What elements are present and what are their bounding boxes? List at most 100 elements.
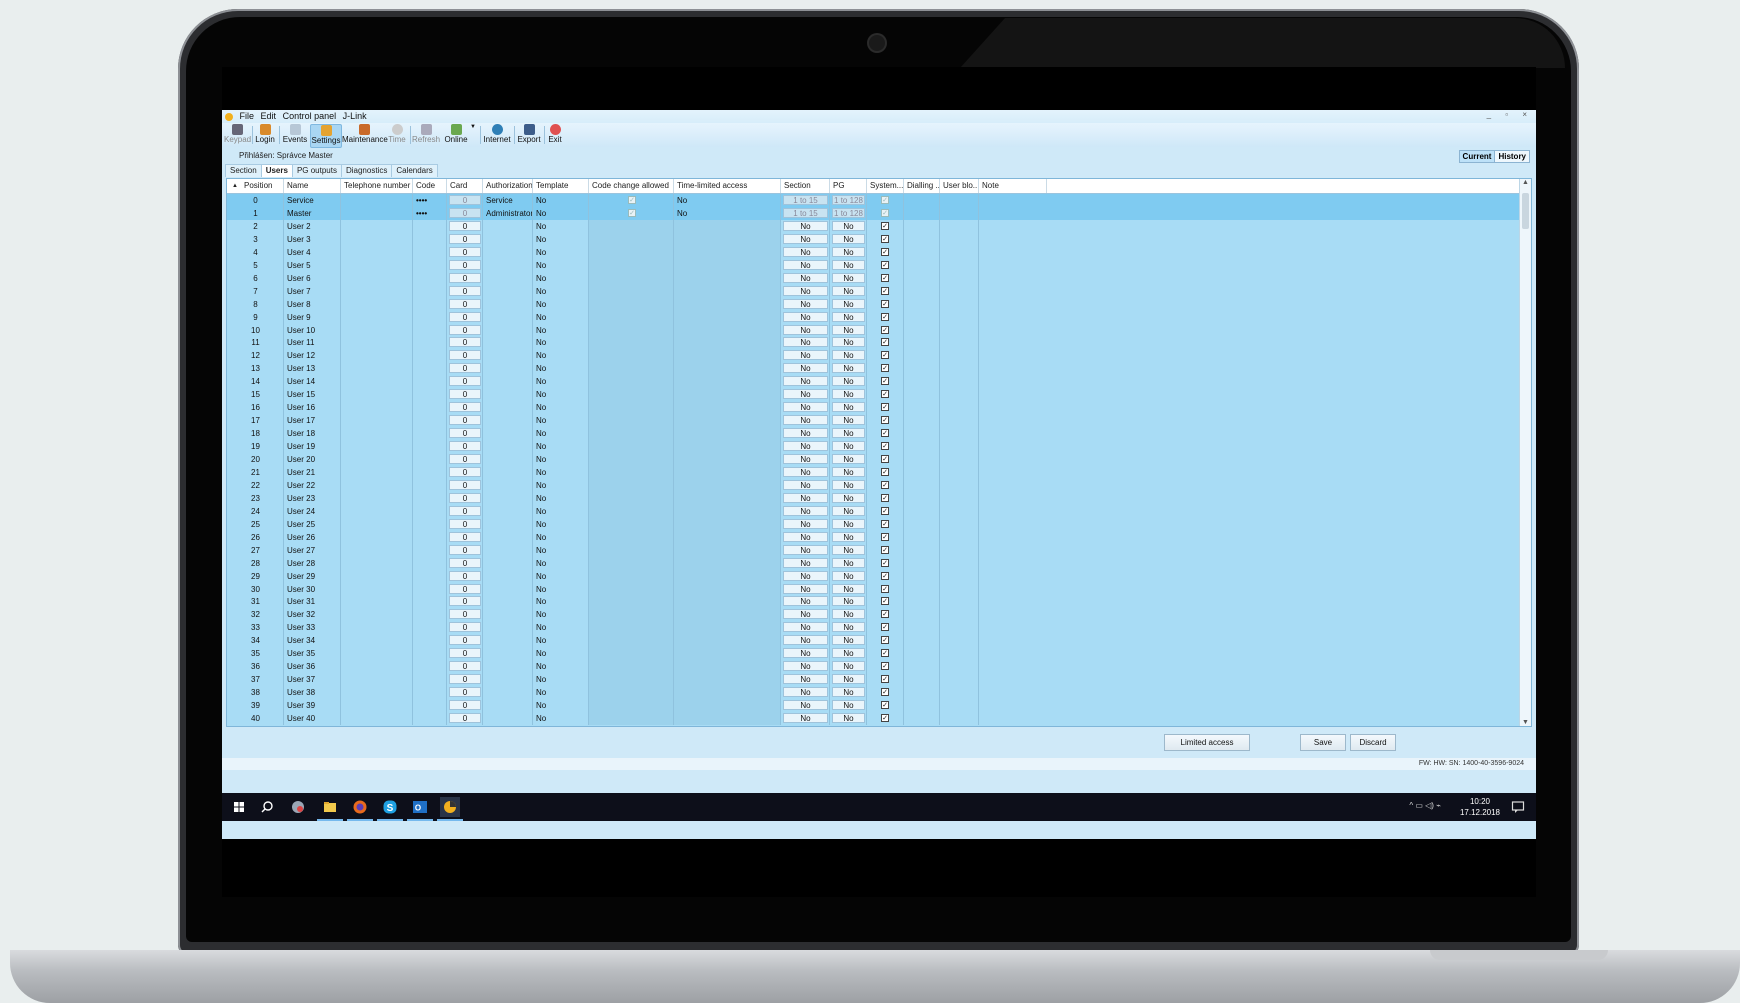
cell-code[interactable]	[413, 518, 447, 531]
system-checkbox[interactable]: ✓	[881, 351, 889, 360]
cell-template[interactable]: No	[533, 570, 589, 583]
cell-section[interactable]: No	[783, 350, 828, 361]
cell-template[interactable]: No	[533, 699, 589, 712]
cell-code[interactable]	[413, 285, 447, 298]
cell-name[interactable]: User 13	[284, 362, 341, 375]
cell-name[interactable]: User 16	[284, 401, 341, 414]
cell-code[interactable]	[413, 246, 447, 259]
cell-code[interactable]	[413, 362, 447, 375]
cell-name[interactable]: User 29	[284, 570, 341, 583]
table-row[interactable]: 11 User 11 0 No No No ✓	[227, 336, 1519, 350]
cell-name[interactable]: User 40	[284, 712, 341, 725]
cell-template[interactable]: No	[533, 505, 589, 518]
cell-telephone[interactable]	[341, 686, 413, 699]
cell-card[interactable]: 0	[449, 570, 481, 581]
tab-section[interactable]: Section	[225, 164, 262, 177]
column-header-time-limited[interactable]: Time-limited access	[674, 179, 781, 193]
cell-telephone[interactable]	[341, 634, 413, 647]
cell-section[interactable]: No	[783, 570, 828, 581]
cell-code[interactable]	[413, 505, 447, 518]
cell-code[interactable]	[413, 324, 447, 337]
online-button[interactable]: Online	[444, 124, 468, 146]
cell-pg[interactable]: No	[832, 428, 865, 439]
table-row[interactable]: 27 User 27 0 No No No ✓	[227, 543, 1519, 557]
cell-card[interactable]: 0	[449, 531, 481, 542]
current-toggle[interactable]: Current	[1459, 151, 1496, 162]
cell-card[interactable]: 0	[449, 207, 481, 218]
save-button[interactable]: Save	[1300, 734, 1346, 751]
cell-pg[interactable]: No	[832, 557, 865, 568]
system-checkbox[interactable]: ✓	[881, 196, 889, 204]
cell-section[interactable]: No	[783, 285, 828, 296]
system-checkbox[interactable]: ✓	[881, 584, 889, 593]
cell-telephone[interactable]	[341, 621, 413, 634]
cell-card[interactable]: 0	[449, 648, 481, 659]
table-row[interactable]: 3 User 3 0 No No No ✓	[227, 232, 1519, 246]
system-checkbox[interactable]: ✓	[881, 506, 889, 515]
code-change-checkbox[interactable]: ✓	[628, 208, 636, 217]
cell-telephone[interactable]	[341, 544, 413, 557]
cell-template[interactable]: No	[533, 557, 589, 570]
cell-pg[interactable]: No	[832, 389, 865, 400]
table-row[interactable]: 9 User 9 0 No No No ✓	[227, 310, 1519, 324]
cell-name[interactable]: User 37	[284, 673, 341, 686]
system-checkbox[interactable]: ✓	[881, 273, 889, 282]
table-row[interactable]: 22 User 22 0 No No No ✓	[227, 478, 1519, 492]
cell-time-limited[interactable]: No	[674, 207, 781, 220]
cell-template[interactable]: No	[533, 673, 589, 686]
cell-name[interactable]: User 4	[284, 246, 341, 259]
cell-template[interactable]: No	[533, 285, 589, 298]
system-checkbox[interactable]: ✓	[881, 221, 889, 230]
system-checkbox[interactable]: ✓	[881, 403, 889, 412]
system-checkbox[interactable]: ✓	[881, 467, 889, 476]
cell-name[interactable]: User 31	[284, 595, 341, 608]
cell-telephone[interactable]	[341, 388, 413, 401]
cell-section[interactable]: No	[783, 220, 828, 231]
system-checkbox[interactable]: ✓	[881, 416, 889, 425]
cell-pg[interactable]: No	[832, 466, 865, 477]
windows-start-icon[interactable]	[229, 797, 249, 817]
cell-telephone[interactable]	[341, 285, 413, 298]
cell-name[interactable]: User 33	[284, 621, 341, 634]
cell-code[interactable]: ••••	[413, 194, 447, 207]
cell-name[interactable]: User 22	[284, 479, 341, 492]
table-row[interactable]: 1 Master •••• 0 Administrator No ✓ No 1 to 15 1 t…	[227, 206, 1519, 220]
cell-pg[interactable]: No	[832, 518, 865, 529]
cell-telephone[interactable]	[341, 246, 413, 259]
cell-card[interactable]: 0	[449, 713, 481, 723]
cell-telephone[interactable]	[341, 531, 413, 544]
cell-section[interactable]: No	[783, 389, 828, 400]
cell-code[interactable]	[413, 427, 447, 440]
cell-section[interactable]: No	[783, 415, 828, 426]
system-checkbox[interactable]: ✓	[881, 701, 889, 710]
cell-code[interactable]: ••••	[413, 207, 447, 220]
cell-card[interactable]: 0	[449, 272, 481, 283]
cell-name[interactable]: User 32	[284, 608, 341, 621]
cell-telephone[interactable]	[341, 608, 413, 621]
cell-section[interactable]: No	[783, 466, 828, 477]
cell-pg[interactable]: No	[832, 687, 865, 698]
cell-section[interactable]: No	[783, 492, 828, 503]
cell-name[interactable]: User 8	[284, 298, 341, 311]
cell-pg[interactable]: No	[832, 220, 865, 231]
cell-section[interactable]: No	[783, 454, 828, 464]
cell-section[interactable]: No	[783, 246, 828, 257]
cell-template[interactable]: No	[533, 349, 589, 362]
cell-telephone[interactable]	[341, 518, 413, 531]
cell-code[interactable]	[413, 660, 447, 673]
refresh-button[interactable]: Refresh	[412, 124, 440, 146]
cell-telephone[interactable]	[341, 453, 413, 466]
cell-template[interactable]: No	[533, 259, 589, 272]
cell-code[interactable]	[413, 220, 447, 233]
cell-code[interactable]	[413, 621, 447, 634]
table-row[interactable]: 31 User 31 0 No No No ✓	[227, 595, 1519, 609]
system-checkbox[interactable]: ✓	[881, 675, 889, 684]
cell-section[interactable]: No	[783, 233, 828, 244]
system-checkbox[interactable]: ✓	[881, 493, 889, 502]
scroll-thumb[interactable]	[1522, 193, 1529, 229]
cell-name[interactable]: User 26	[284, 531, 341, 544]
system-checkbox[interactable]: ✓	[881, 208, 889, 217]
cell-telephone[interactable]	[341, 401, 413, 414]
cell-telephone[interactable]	[341, 583, 413, 596]
cell-template[interactable]: No	[533, 194, 589, 207]
